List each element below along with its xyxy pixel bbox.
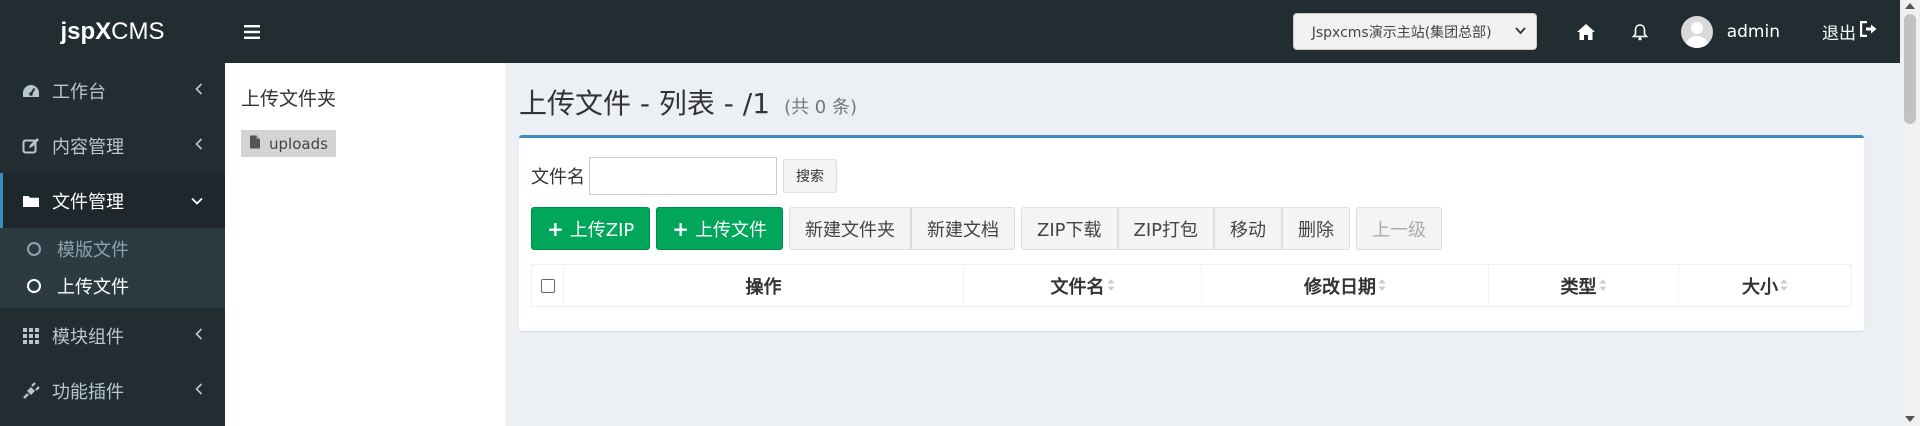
zip-pack-button[interactable]: ZIP打包 [1117,207,1215,250]
scroll-up-icon[interactable] [1905,3,1915,9]
upload-zip-button[interactable]: + 上传ZIP [531,207,651,250]
column-header-filename[interactable]: 文件名 [964,265,1202,306]
chevron-left-icon [195,382,203,399]
sidebar-submenu-files: 模版文件 上传文件 [0,228,225,308]
sort-icon [1378,278,1386,294]
search-form: 文件名 搜索 [531,157,837,195]
plus-icon: + [672,216,690,241]
file-table-header: 操作 文件名 修改日期 类型 大小 [531,264,1852,307]
folder-icon [22,192,40,210]
search-button[interactable]: 搜索 [783,159,837,193]
select-all-cell [532,265,564,306]
sidebar-item-dashboard[interactable]: 工作台 [0,63,225,118]
home-icon[interactable] [1559,0,1613,63]
circle-icon [27,241,41,256]
sort-icon [1599,278,1607,294]
sidebar-item-label: 模块组件 [52,326,124,348]
page-scrollbar[interactable] [1900,0,1920,426]
logout-button[interactable]: 退出 [1822,19,1878,44]
file-list-box: 文件名 搜索 + 上传ZIP + 上传文件 新建文件夹 新建文档 ZIP下载 Z… [519,135,1864,331]
chevron-left-icon [195,137,203,154]
sidebar-subitem-label: 模版文件 [57,239,129,261]
upload-file-label: 上传文件 [695,219,768,241]
site-select[interactable]: Jspxcms演示主站(集团总部) [1292,13,1537,50]
page-header: 上传文件 - 列表 - /1 (共 0 条) [519,82,857,122]
sidebar-item-modules[interactable]: 模块组件 [0,308,225,363]
app-logo[interactable]: jspX CMS [0,0,225,63]
toolbar: + 上传ZIP + 上传文件 新建文件夹 新建文档 ZIP下载 ZIP打包 移动… [531,207,1443,250]
page-title: 上传文件 - 列表 - /1 [519,87,771,120]
bell-icon[interactable] [1613,0,1667,63]
circle-icon [27,278,41,293]
file-ops-button-group: ZIP下载 ZIP打包 移动 删除 [1021,207,1351,250]
create-button-group: 新建文件夹 新建文档 [789,207,1016,250]
upload-file-button[interactable]: + 上传文件 [656,207,784,250]
top-navbar: jspX CMS Jspxcms演示主站(集团总部) admin 退出 [0,0,1900,63]
logo-rest: CMS [111,17,165,45]
plus-icon: + [547,216,564,241]
avatar [1680,15,1713,48]
sidebar-item-label: 工作台 [52,81,106,103]
sidebar-item-label: 功能插件 [52,381,124,403]
sidebar-item-content[interactable]: 内容管理 [0,118,225,173]
chevron-left-icon [195,327,203,344]
chevron-down-icon [1515,24,1526,39]
sidebar-item-plugins[interactable]: 功能插件 [0,363,225,418]
grid-icon [22,327,40,345]
record-count: (共 0 条) [784,97,858,118]
folder-panel-title: 上传文件夹 [241,88,337,110]
site-select-value: Jspxcms演示主站(集团总部) [1311,24,1492,41]
sidebar-item-label: 文件管理 [52,191,124,213]
logout-label: 退出 [1822,24,1856,44]
up-level-button[interactable]: 上一级 [1356,207,1443,250]
upload-zip-label: 上传ZIP [569,219,635,241]
column-header-size[interactable]: 大小 [1679,265,1851,306]
user-menu[interactable]: admin [1680,15,1780,48]
sidebar-item-files[interactable]: 文件管理 [0,173,225,228]
plug-icon [22,381,40,400]
scroll-down-icon[interactable] [1905,416,1915,422]
sidebar-subitem-label: 上传文件 [57,276,129,298]
sort-icon [1107,278,1115,294]
column-header-label: 类型 [1560,276,1597,298]
column-header-label: 修改日期 [1304,276,1376,298]
column-header-label: 大小 [1742,276,1778,298]
chevron-down-icon [191,193,203,209]
move-button[interactable]: 移动 [1214,207,1283,250]
username: admin [1726,21,1780,42]
new-folder-button[interactable]: 新建文件夹 [789,207,912,250]
sidebar-item-label: 内容管理 [52,136,124,158]
zip-download-button[interactable]: ZIP下载 [1021,207,1118,250]
chevron-left-icon [195,82,203,99]
folder-node-label: uploads [269,134,328,153]
sign-out-icon [1856,20,1878,42]
edit-icon [22,137,40,155]
sidebar-subitem-uploads[interactable]: 上传文件 [0,267,225,304]
new-document-button[interactable]: 新建文档 [911,207,1016,250]
column-header-actions: 操作 [564,265,964,306]
sidebar: 工作台 内容管理 文件管理 模版文件 上传文件 模块组件 功能插件 [0,63,225,426]
file-icon [249,135,261,153]
dashboard-icon [22,82,40,100]
search-label: 文件名 [531,167,585,188]
column-header-label: 操作 [745,276,782,298]
folder-node-uploads[interactable]: uploads [241,130,336,157]
select-all-checkbox[interactable] [540,278,555,293]
column-header-label: 文件名 [1050,276,1105,298]
filename-search-input[interactable] [589,157,777,195]
column-header-type[interactable]: 类型 [1489,265,1679,306]
folder-tree-panel: 上传文件夹 uploads [225,63,505,426]
logo-bold: jspX [60,17,112,45]
delete-button[interactable]: 删除 [1282,207,1351,250]
sort-icon [1780,278,1788,294]
sidebar-toggle-icon[interactable] [225,0,279,63]
column-header-modified[interactable]: 修改日期 [1202,265,1489,306]
scroll-thumb[interactable] [1904,14,1916,124]
sidebar-subitem-templates[interactable]: 模版文件 [0,230,225,267]
